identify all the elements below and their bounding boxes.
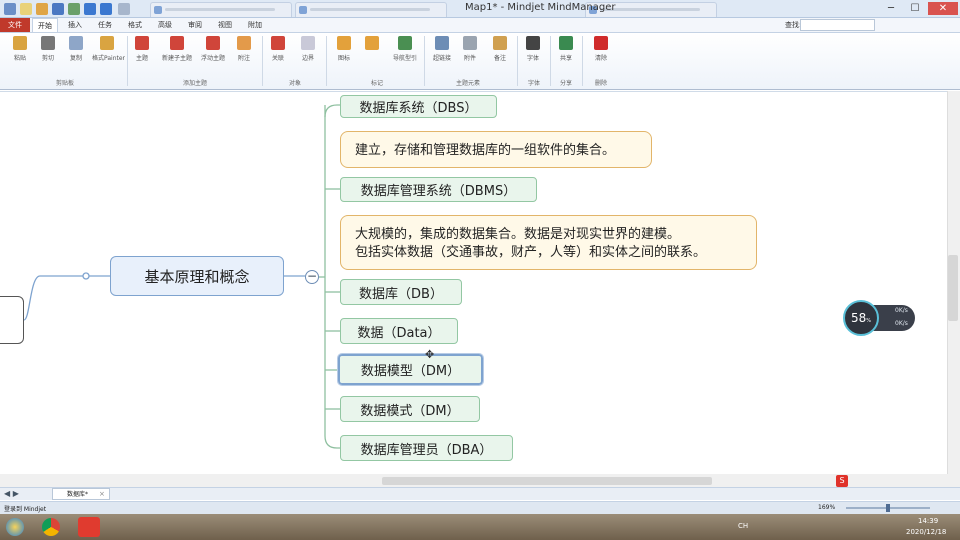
mindmanager-icon[interactable]	[78, 517, 100, 537]
nav-arrows-icon[interactable]: ◀ ▶	[4, 489, 19, 498]
clock-date[interactable]: 2020/12/18	[906, 528, 946, 536]
login-status[interactable]: 登录到 Mindjet	[4, 504, 46, 513]
vertical-scroll-thumb[interactable]	[948, 255, 958, 321]
chrome-icon[interactable]	[42, 518, 60, 536]
clock-time[interactable]: 14:39	[918, 517, 938, 525]
topic-data[interactable]: 数据（Data）	[340, 318, 458, 344]
callout-text: 建立，存储和管理数据库的一组软件的集合。	[355, 143, 616, 158]
upload-speed: 0K/s	[895, 307, 908, 314]
callout-text: 包括实体数据（交通事故，财产，人等）和实体之间的联系。	[355, 245, 707, 260]
close-tab-icon[interactable]: ×	[99, 489, 105, 500]
status-bar: 登录到 Mindjet 169%	[0, 501, 960, 514]
topic-dbms[interactable]: 数据库管理系统（DBMS）	[340, 177, 537, 202]
callout-dbms[interactable]: 建立，存储和管理数据库的一组软件的集合。	[340, 131, 652, 168]
zoom-slider-thumb[interactable]	[886, 504, 890, 512]
taskbar: CH 14:39 2020/12/18	[0, 514, 960, 540]
topic-dba[interactable]: 数据库管理员（DBA）	[340, 435, 513, 461]
main-topic[interactable]: 基本原理和概念	[110, 256, 284, 296]
parent-topic[interactable]	[0, 296, 24, 344]
download-speed: 0K/s	[895, 320, 908, 327]
language-indicator[interactable]: CH	[738, 522, 748, 530]
document-tab-bar: ◀ ▶	[0, 487, 960, 500]
speed-panel	[873, 305, 915, 331]
topic-data-model-selected[interactable]: 数据模型（DM）	[337, 353, 484, 386]
topic-dbs[interactable]: 数据库系统（DBS）	[340, 95, 497, 118]
topic-db[interactable]: 数据库（DB）	[340, 279, 462, 305]
callout-db[interactable]: 大规模的，集成的数据集合。数据是对现实世界的建模。 包括实体数据（交通事故，财产…	[340, 215, 757, 270]
network-speed-widget[interactable]: 58% 0K/s 0K/s	[843, 300, 915, 336]
zoom-level: 169%	[818, 504, 836, 511]
cpu-gauge: 58%	[843, 300, 879, 336]
document-tab[interactable]: 数据库* ×	[52, 488, 110, 500]
move-cursor-icon: ✥	[425, 348, 435, 361]
horizontal-scroll-thumb[interactable]	[382, 477, 712, 485]
ime-icon[interactable]: S	[836, 475, 848, 487]
callout-text: 大规模的，集成的数据集合。数据是对现实世界的建模。	[355, 227, 681, 242]
topic-data-schema[interactable]: 数据模式（DM）	[340, 396, 480, 422]
start-icon[interactable]	[6, 518, 24, 536]
collapse-toggle[interactable]: −	[305, 270, 319, 284]
